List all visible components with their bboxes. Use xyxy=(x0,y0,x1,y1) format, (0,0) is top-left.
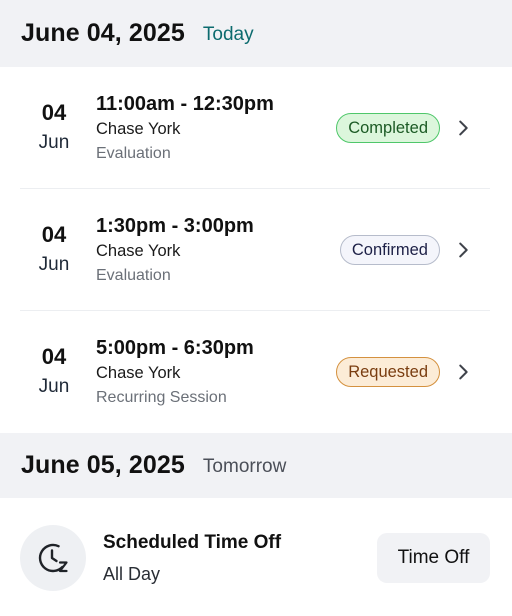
appointment-date: 04 Jun xyxy=(0,67,96,155)
day-header-june-04: June 04, 2025 Today xyxy=(0,0,512,67)
day-header-june-05: June 05, 2025 Tomorrow xyxy=(0,433,512,498)
status-badge-requested: Requested xyxy=(336,357,440,387)
chevron-right-icon[interactable] xyxy=(452,239,474,261)
time-off-subtitle: All Day xyxy=(103,564,161,584)
appointment-day: 04 xyxy=(41,344,67,369)
time-off-row: Scheduled Time Off All Day Time Off xyxy=(0,498,512,616)
appointment-client: Chase York xyxy=(96,120,181,138)
appointment-date: 04 Jun xyxy=(0,311,96,399)
appointment-month: Jun xyxy=(38,254,70,275)
appointment-info: 11:00am - 12:30pm Chase York Evaluation xyxy=(96,67,512,165)
appointment-time: 11:00am - 12:30pm xyxy=(96,93,274,115)
time-off-avatar xyxy=(20,525,86,591)
appointment-list: 04 Jun 11:00am - 12:30pm Chase York Eval… xyxy=(0,67,512,433)
day-date: June 04, 2025 xyxy=(21,19,185,47)
appointment-type: Evaluation xyxy=(96,267,171,284)
appointment-client: Chase York xyxy=(96,364,181,382)
appointment-day: 04 xyxy=(41,100,67,125)
time-off-title: Scheduled Time Off xyxy=(103,532,282,553)
appointment-day: 04 xyxy=(41,222,67,247)
appointment-row[interactable]: 04 Jun 5:00pm - 6:30pm Chase York Recurr… xyxy=(0,311,512,433)
chevron-right-icon[interactable] xyxy=(452,361,474,383)
appointment-row[interactable]: 04 Jun 1:30pm - 3:00pm Chase York Evalua… xyxy=(0,189,512,311)
status-badge-completed: Completed xyxy=(336,113,440,143)
appointment-type: Recurring Session xyxy=(96,389,227,406)
time-off-button[interactable]: Time Off xyxy=(377,533,490,583)
appointment-info: 1:30pm - 3:00pm Chase York Evaluation xyxy=(96,189,512,287)
appointment-date: 04 Jun xyxy=(0,189,96,277)
appointment-type: Evaluation xyxy=(96,145,171,162)
chevron-right-icon[interactable] xyxy=(452,117,474,139)
appointment-row[interactable]: 04 Jun 11:00am - 12:30pm Chase York Eval… xyxy=(0,67,512,189)
day-relative-label: Today xyxy=(202,23,254,45)
clock-snooze-icon xyxy=(38,543,68,573)
appointment-month: Jun xyxy=(38,376,70,397)
day-date: June 05, 2025 xyxy=(21,451,185,479)
schedule-screen: June 04, 2025 Today 04 Jun 11:00am - 12:… xyxy=(0,0,512,616)
appointment-time: 5:00pm - 6:30pm xyxy=(96,337,254,359)
time-off-text: Scheduled Time Off All Day xyxy=(103,531,281,586)
appointment-info: 5:00pm - 6:30pm Chase York Recurring Ses… xyxy=(96,311,512,409)
appointment-time: 1:30pm - 3:00pm xyxy=(96,215,254,237)
status-badge-confirmed: Confirmed xyxy=(339,235,440,265)
appointment-month: Jun xyxy=(38,132,70,153)
appointment-client: Chase York xyxy=(96,242,181,260)
day-relative-label: Tomorrow xyxy=(202,455,287,477)
